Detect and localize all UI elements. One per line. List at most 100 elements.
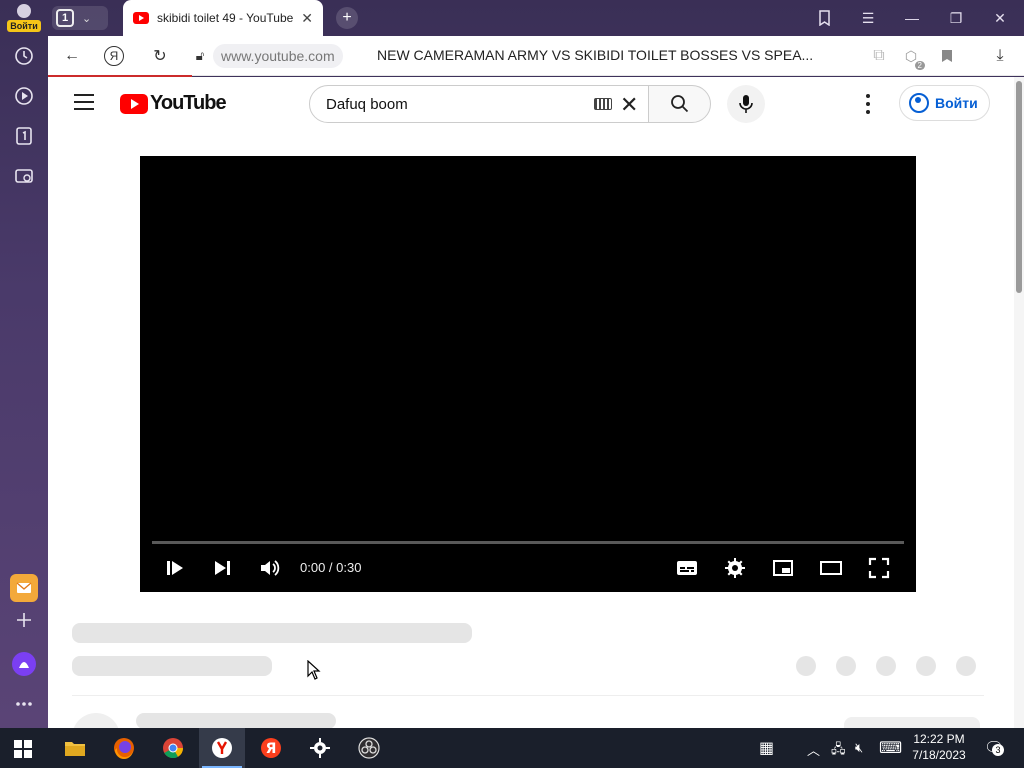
windows-start-icon[interactable]	[14, 740, 32, 758]
action-center-icon[interactable]: 🗨︎ 3	[984, 738, 1004, 758]
clock-date: 7/18/2023	[912, 748, 966, 762]
video-time: 0:00 / 0:30	[300, 560, 362, 575]
settings-more-icon[interactable]	[856, 94, 880, 114]
restore-icon[interactable]: ❐	[946, 8, 966, 28]
action-placeholder	[836, 656, 856, 676]
input-indicator-icon[interactable]: ▦	[759, 738, 774, 758]
network-icon[interactable]: 🖧︎	[831, 740, 846, 762]
action-placeholder	[956, 656, 976, 676]
avatar-icon	[17, 4, 31, 18]
youtube-logo-text: YouTube	[150, 92, 227, 114]
add-panel-icon[interactable]	[12, 608, 36, 632]
clock-time: 12:22 PM	[913, 732, 965, 746]
yandex-button-icon[interactable]: Я	[104, 46, 124, 66]
microphone-icon	[739, 95, 753, 113]
profile-login-label: Войти	[7, 20, 41, 32]
alice-assistant-icon[interactable]	[12, 652, 36, 676]
play-pause-icon[interactable]	[159, 552, 191, 584]
system-clock[interactable]: 12:22 PM 7/18/2023	[907, 731, 971, 763]
divider	[72, 695, 984, 696]
mail-icon[interactable]	[10, 574, 38, 602]
subscribe-placeholder	[844, 717, 980, 728]
settings-gear-icon[interactable]	[719, 552, 751, 584]
theater-mode-icon[interactable]	[815, 552, 847, 584]
protect-badge-icon[interactable]: ⬡ 2	[899, 44, 925, 70]
show-hidden-icons-icon[interactable]: ︿	[807, 740, 820, 759]
new-tab-button[interactable]: +	[336, 7, 358, 29]
yandex-icon[interactable]: Я	[248, 728, 294, 768]
minimize-icon[interactable]: —	[902, 8, 922, 28]
firefox-icon[interactable]	[101, 728, 147, 768]
volume-muted-icon[interactable]: 🔇︎	[855, 740, 863, 756]
translate-icon[interactable]: ⧉	[867, 44, 891, 68]
history-icon[interactable]	[12, 44, 36, 68]
hamburger-menu-icon[interactable]: ☰	[858, 8, 878, 28]
title-placeholder	[72, 623, 472, 643]
tabs-counter-icon[interactable]	[12, 124, 36, 148]
search-button[interactable]	[648, 85, 711, 123]
chevron-down-icon: ⌄	[82, 12, 92, 25]
tab-close-icon[interactable]: ✕	[301, 10, 313, 27]
player-controls: 0:00 / 0:30	[140, 552, 916, 584]
obs-icon[interactable]	[346, 728, 392, 768]
tab-active[interactable]: skibidi toilet 49 - YouTube ✕	[123, 0, 323, 36]
channel-name-placeholder	[136, 713, 336, 728]
tab-title: skibidi toilet 49 - YouTube	[157, 11, 294, 25]
page-title[interactable]: NEW CAMERAMAN ARMY VS SKIBIDI TOILET BOS…	[377, 47, 837, 63]
address-bar-row: ← Я ↻ 🔓︎ www.youtube.com NEW CAMERAMAN A…	[48, 36, 1024, 76]
bookmarks-panel-icon[interactable]	[814, 8, 834, 28]
keyboard-icon[interactable]	[594, 98, 612, 110]
search-query: Dafuq boom	[326, 95, 408, 113]
video-player[interactable]: 0:00 / 0:30	[140, 156, 916, 592]
search-icon	[670, 95, 688, 113]
yandex-browser-icon[interactable]	[199, 728, 245, 768]
volume-icon[interactable]	[253, 552, 285, 584]
sign-in-button[interactable]: Войти	[899, 85, 990, 121]
youtube-page: YouTube Dafuq boom ✕ Войти 0:00 / 0:30	[48, 77, 1014, 728]
next-video-icon[interactable]	[206, 552, 238, 584]
chrome-icon[interactable]	[150, 728, 196, 768]
action-placeholder	[796, 656, 816, 676]
tab-counter-button[interactable]: 1 ⌄	[52, 6, 108, 30]
bookmark-icon[interactable]	[935, 44, 959, 68]
action-placeholder	[916, 656, 936, 676]
action-placeholder	[876, 656, 896, 676]
page-scrollbar[interactable]	[1014, 77, 1024, 728]
voice-search-button[interactable]	[727, 85, 765, 123]
search-input[interactable]: Dafuq boom ✕	[309, 85, 649, 123]
youtube-play-icon	[120, 93, 148, 114]
back-arrow-icon[interactable]: ←	[60, 44, 84, 68]
clear-search-icon[interactable]: ✕	[620, 92, 638, 118]
meta-placeholder	[72, 656, 272, 676]
channel-avatar-placeholder	[72, 713, 120, 728]
youtube-logo[interactable]: YouTube	[120, 92, 227, 115]
youtube-header: YouTube Dafuq boom ✕ Войти	[48, 77, 1014, 131]
svg-text:Я: Я	[266, 741, 277, 757]
touch-keyboard-icon[interactable]: ⌨	[879, 738, 902, 758]
tab-count: 1	[56, 9, 74, 27]
file-explorer-icon[interactable]	[52, 728, 98, 768]
subtitles-icon[interactable]	[671, 552, 703, 584]
reload-icon[interactable]: ↻	[148, 44, 172, 68]
video-play-icon[interactable]	[12, 84, 36, 108]
protect-badge-count: 2	[914, 61, 925, 70]
mouse-cursor-icon	[307, 660, 321, 680]
close-window-icon[interactable]: ✕	[990, 8, 1010, 28]
guide-menu-icon[interactable]	[74, 94, 94, 110]
download-icon[interactable]: ⤓	[988, 44, 1012, 68]
lock-icon[interactable]: 🔓︎	[188, 44, 212, 68]
settings-icon[interactable]	[297, 728, 343, 768]
video-progress-bar[interactable]	[152, 541, 904, 544]
fullscreen-icon[interactable]	[863, 552, 895, 584]
sign-in-label: Войти	[935, 95, 978, 111]
account-icon	[909, 93, 929, 113]
scrollbar-thumb[interactable]	[1016, 81, 1022, 293]
youtube-favicon-icon	[133, 12, 149, 24]
miniplayer-icon[interactable]	[767, 552, 799, 584]
url-domain[interactable]: www.youtube.com	[213, 44, 343, 68]
more-options-icon[interactable]	[12, 692, 36, 716]
screenshot-icon[interactable]	[12, 164, 36, 188]
tab-strip: 1 ⌄ skibidi toilet 49 - YouTube ✕ + ☰ — …	[48, 0, 1024, 36]
profile-login-button[interactable]: Войти	[6, 4, 42, 34]
notification-count: 3	[992, 744, 1004, 756]
